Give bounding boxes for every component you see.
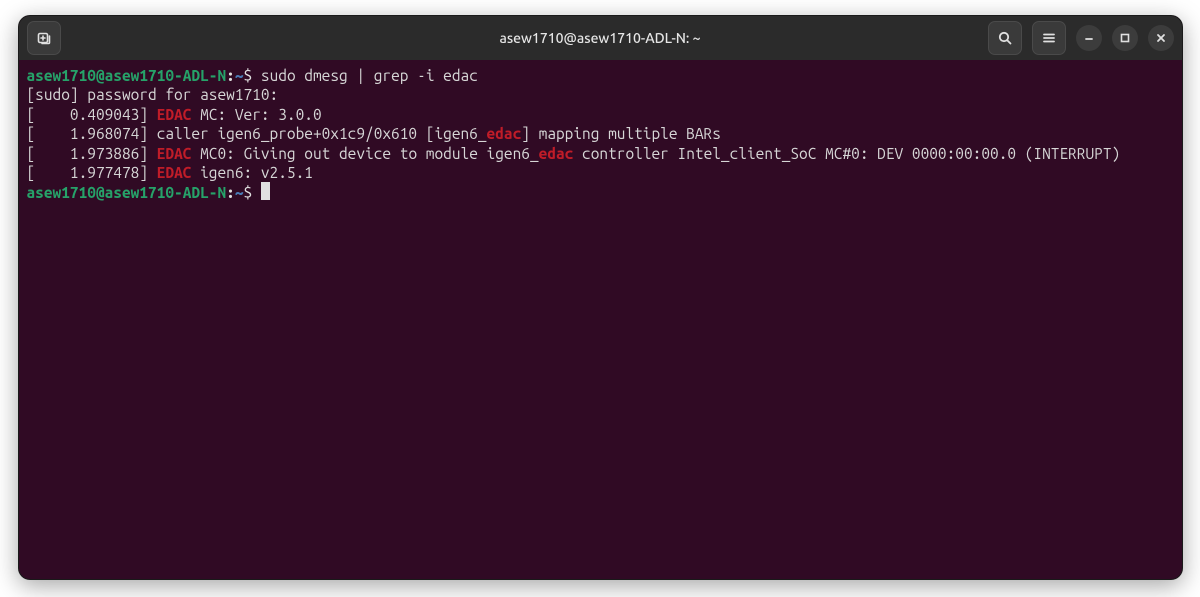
output-text: [ 1.977478] [27, 164, 157, 181]
terminal-output[interactable]: asew1710@asew1710-ADL-N:~$ sudo dmesg | … [19, 60, 1182, 579]
menu-button[interactable] [1032, 21, 1066, 55]
cursor [261, 182, 270, 200]
minimize-button[interactable] [1076, 25, 1102, 51]
output-text: MC: Ver: 3.0.0 [191, 106, 321, 123]
search-button[interactable] [988, 21, 1022, 55]
output-line-2: [ 1.968074] caller igen6_probe+0x1c9/0x6… [27, 124, 1174, 143]
prompt-colon: : [226, 184, 235, 201]
output-text: [ 1.968074] caller igen6_probe+0x1c9/0x6… [27, 125, 487, 142]
grep-match: edac [487, 125, 522, 142]
prompt-userhost: asew1710@asew1710-ADL-N [27, 184, 227, 201]
maximize-icon [1119, 32, 1131, 44]
output-text: [ 0.409043] [27, 106, 157, 123]
output-text: controller Intel_client_SoC MC#0: DEV 00… [573, 145, 1120, 162]
grep-match: edac [539, 145, 574, 162]
prompt-path: ~ [235, 67, 244, 84]
output-line-4: [ 1.977478] EDAC igen6: v2.5.1 [27, 163, 1174, 182]
output-text: ] mapping multiple BARs [521, 125, 721, 142]
titlebar-right [988, 21, 1174, 55]
close-button[interactable] [1148, 25, 1174, 51]
new-tab-icon [36, 30, 52, 46]
grep-match: EDAC [157, 164, 192, 181]
grep-match: EDAC [157, 106, 192, 123]
close-icon [1155, 32, 1167, 44]
prompt-path: ~ [235, 184, 244, 201]
prompt-dollar: $ [244, 67, 261, 84]
prompt-line-2: asew1710@asew1710-ADL-N:~$ [27, 182, 1174, 202]
grep-match: EDAC [157, 145, 192, 162]
prompt-colon: : [226, 67, 235, 84]
output-line-3: [ 1.973886] EDAC MC0: Giving out device … [27, 144, 1174, 163]
prompt-userhost: asew1710@asew1710-ADL-N [27, 67, 227, 84]
output-text: igen6: v2.5.1 [191, 164, 313, 181]
window-title: asew1710@asew1710-ADL-N: ~ [499, 30, 700, 46]
titlebar: asew1710@asew1710-ADL-N: ~ [19, 16, 1182, 60]
minimize-icon [1083, 32, 1095, 44]
terminal-window: asew1710@asew1710-ADL-N: ~ [18, 15, 1183, 580]
output-text: [ 1.973886] [27, 145, 157, 162]
prompt-line-1: asew1710@asew1710-ADL-N:~$ sudo dmesg | … [27, 66, 1174, 85]
titlebar-left [27, 21, 61, 55]
output-text: MC0: Giving out device to module igen6_ [191, 145, 538, 162]
new-tab-button[interactable] [27, 21, 61, 55]
maximize-button[interactable] [1112, 25, 1138, 51]
command-text: sudo dmesg | grep -i edac [261, 67, 478, 84]
sudo-prompt-line: [sudo] password for asew1710: [27, 85, 1174, 104]
search-icon [997, 30, 1013, 46]
prompt-dollar: $ [244, 184, 261, 201]
output-line-1: [ 0.409043] EDAC MC: Ver: 3.0.0 [27, 105, 1174, 124]
hamburger-icon [1041, 30, 1057, 46]
